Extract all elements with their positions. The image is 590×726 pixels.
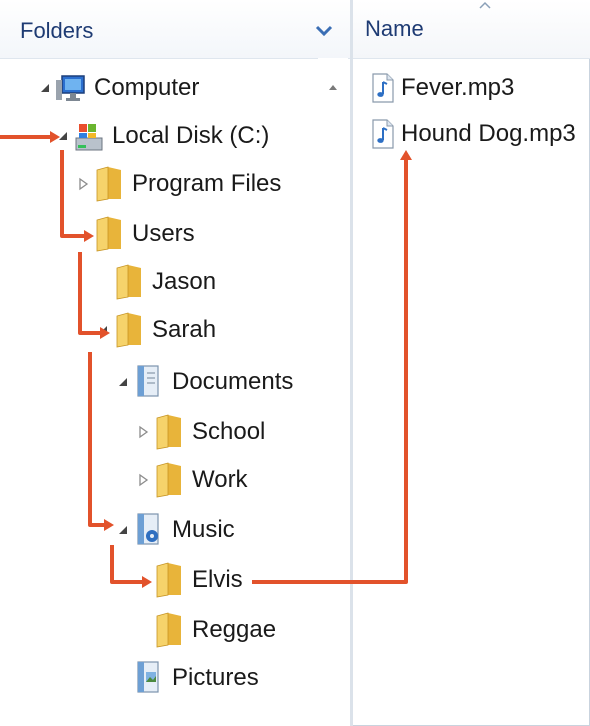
file-name: Hound Dog.mp3 — [401, 120, 576, 147]
tree-item-label: Pictures — [172, 664, 259, 691]
folder-icon — [96, 166, 121, 202]
folders-pane: Folders Computer Local Disk (C:) Program… — [0, 0, 352, 726]
audio-file-icon — [372, 119, 394, 149]
no-expander-spacer — [136, 573, 150, 587]
column-header-name[interactable]: Name — [353, 0, 590, 59]
tree-item-label: School — [192, 418, 266, 445]
tree-item-label: Reggae — [192, 616, 277, 643]
sort-ascending-icon — [479, 1, 491, 9]
file-row-hound-dog[interactable]: Hound Dog.mp3 — [371, 114, 576, 154]
tree-item-program-files[interactable]: Program Files — [76, 164, 281, 204]
no-expander-spacer — [136, 623, 150, 637]
scroll-up-arrow-icon[interactable] — [326, 80, 340, 94]
file-row-fever[interactable]: Fever.mp3 — [371, 68, 514, 108]
tree-item-label: Computer — [94, 74, 200, 101]
folder-icon — [116, 312, 141, 348]
tree-item-label: Sarah — [152, 316, 217, 343]
collapsed-arrow-icon[interactable] — [76, 177, 90, 191]
tree-item-label: Documents — [172, 368, 294, 395]
no-expander-spacer — [116, 671, 130, 685]
chevron-down-icon[interactable] — [313, 20, 335, 42]
tree-item-label: Jason — [152, 268, 217, 295]
audio-file-icon — [372, 73, 394, 103]
computer-icon — [56, 75, 85, 101]
expanded-arrow-icon[interactable] — [96, 323, 110, 337]
tree-item-label: Local Disk (C:) — [112, 122, 270, 149]
tree-item-label: Work — [192, 466, 248, 493]
music-library-icon — [137, 513, 159, 545]
column-header-label: Name — [365, 16, 424, 41]
folder-icon — [156, 562, 181, 598]
folders-pane-title: Folders — [20, 18, 94, 43]
expanded-arrow-icon[interactable] — [56, 129, 70, 143]
files-pane: Name Fever.mp3 Hound Dog.mp3 — [353, 0, 590, 726]
folder-icon — [96, 216, 121, 252]
file-name: Fever.mp3 — [401, 74, 515, 101]
tree-item-jason[interactable]: Jason — [96, 262, 216, 302]
tree-item-label: Elvis — [192, 566, 243, 593]
expanded-arrow-icon[interactable] — [38, 81, 52, 95]
tree-item-label: Program Files — [132, 170, 282, 197]
drive-icon — [75, 124, 103, 151]
documents-library-icon — [137, 365, 159, 397]
tree-item-pictures[interactable]: Pictures — [116, 658, 259, 698]
tree-item-documents[interactable]: Documents — [116, 362, 293, 402]
tree-item-sarah[interactable]: Sarah — [96, 310, 216, 350]
tree-item-music[interactable]: Music — [116, 510, 235, 550]
collapsed-arrow-icon[interactable] — [136, 425, 150, 439]
expanded-arrow-icon[interactable] — [116, 523, 130, 537]
tree-scrollbar[interactable] — [318, 58, 348, 726]
folder-icon — [156, 414, 181, 450]
folder-icon — [116, 264, 141, 300]
folders-pane-header: Folders — [0, 0, 352, 59]
folder-icon — [156, 612, 181, 648]
tree-item-label: Users — [132, 220, 195, 247]
tree-item-reggae[interactable]: Reggae — [136, 610, 276, 650]
collapsed-arrow-icon[interactable] — [136, 473, 150, 487]
tree-item-work[interactable]: Work — [136, 460, 248, 500]
tree-item-computer[interactable]: Computer — [38, 68, 199, 108]
no-expander-spacer — [96, 275, 110, 289]
expanded-arrow-icon[interactable] — [116, 375, 130, 389]
tree-item-label: Music — [172, 516, 235, 543]
tree-item-local-disk[interactable]: Local Disk (C:) — [56, 116, 269, 156]
no-expander-spacer — [76, 227, 90, 241]
tree-item-users[interactable]: Users — [76, 214, 195, 254]
tree-item-elvis[interactable]: Elvis — [136, 560, 243, 600]
tree-item-school[interactable]: School — [136, 412, 265, 452]
pictures-library-icon — [137, 661, 159, 693]
folder-icon — [156, 462, 181, 498]
